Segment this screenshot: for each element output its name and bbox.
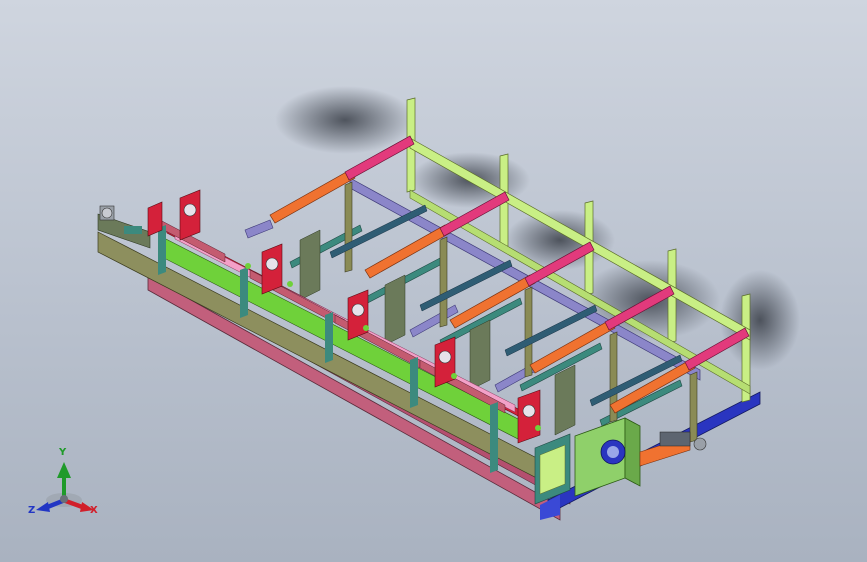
triad-y-label: Y <box>59 447 67 458</box>
triad-z-label: Z <box>28 505 36 516</box>
triad-x-label: X <box>90 505 98 516</box>
view-orientation-triad[interactable]: Y X Z <box>24 446 108 526</box>
cad-graphics-area[interactable]: Y X Z <box>0 0 867 562</box>
isometric-assembly-view[interactable] <box>0 0 867 562</box>
